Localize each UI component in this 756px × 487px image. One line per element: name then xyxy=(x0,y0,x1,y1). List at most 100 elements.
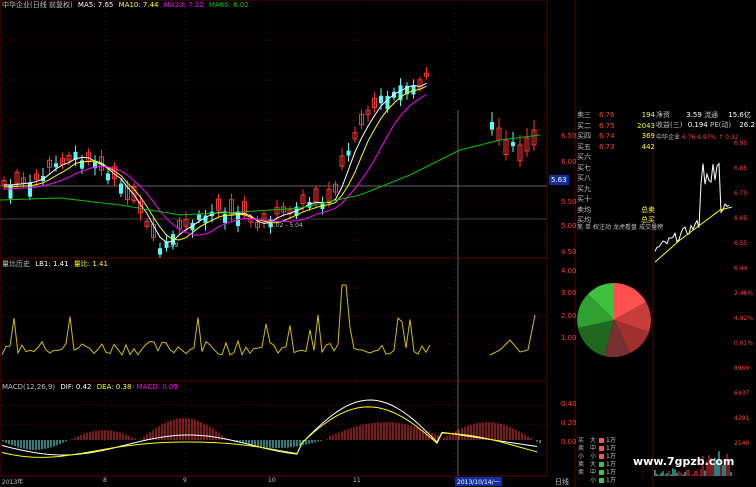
vol-title: 量比历史 xyxy=(2,260,30,268)
intraday-mini-chart xyxy=(654,162,733,476)
tab-item[interactable]: 单 xyxy=(585,224,591,231)
current-price-tag: 5.63 xyxy=(549,175,569,185)
mini-change-pct: 4.97% xyxy=(697,134,717,141)
money-flow-row: 买大 1万 xyxy=(578,437,654,445)
mini-axis-label: 2.46% xyxy=(734,290,754,297)
kline-chart[interactable] xyxy=(0,0,756,487)
mf-value: 1万 xyxy=(606,461,616,468)
mf-side: 卖 xyxy=(578,461,585,468)
eps-label: 收益(三) xyxy=(656,121,683,129)
dif-value: DIF: 0.42 xyxy=(60,383,92,391)
lb1-value: LB1: 1.41 xyxy=(35,260,69,268)
mf-size: 中 xyxy=(590,445,597,452)
candle-body xyxy=(379,95,383,104)
mf-swatch xyxy=(599,438,604,443)
order-label: 买十 xyxy=(577,195,591,203)
order-label: 买八 xyxy=(577,174,591,182)
mf-side: 买 xyxy=(578,437,585,444)
order-label: 买六 xyxy=(577,153,591,161)
order-label: 卖均 xyxy=(577,205,591,214)
order-label: 卖三 xyxy=(577,111,591,119)
order-row[interactable]: 买七 xyxy=(577,163,655,173)
vol-axis-label: 1.00 xyxy=(561,334,577,342)
mini-axis-label: 0.61% xyxy=(734,340,754,347)
vol-axis-label: 3.00 xyxy=(561,289,577,297)
order-row[interactable]: 买二 6.75 2043 xyxy=(577,121,655,131)
mini-axis-label: 6437 xyxy=(734,390,750,397)
candle-body xyxy=(197,214,201,220)
mini-price-line xyxy=(654,162,730,252)
mini-axis-label: 6.95 xyxy=(734,140,748,147)
date-label: 9 xyxy=(183,477,187,484)
money-flow-row: 小 1万 xyxy=(590,477,654,485)
mf-size: 大 xyxy=(590,461,597,468)
order-volume: 总卖 xyxy=(641,205,655,214)
tab-item[interactable]: 成交量榜 xyxy=(639,224,663,231)
mf-side: 卖 xyxy=(578,445,585,452)
order-row[interactable]: 买四 6.74 369 xyxy=(577,131,655,141)
pe-value: 26.2 xyxy=(739,121,755,129)
period-tab[interactable]: 日线 xyxy=(555,477,569,487)
date-label: 11 xyxy=(353,477,361,484)
order-row[interactable]: 卖三 6.76 194 xyxy=(577,110,655,120)
money-flow-row: 卖中 1万 xyxy=(578,469,654,477)
vol-ratio-line xyxy=(489,314,536,356)
ma60-line xyxy=(0,134,541,216)
mini-price: 6.76 xyxy=(681,134,696,141)
mf-swatch xyxy=(599,478,604,483)
axis-label: 5.50 xyxy=(561,198,577,206)
mini-axis-label: 6.75 xyxy=(734,190,748,197)
float-label: 流通 xyxy=(704,111,719,119)
order-price: 6.76 xyxy=(599,111,615,119)
mf-side: 小 xyxy=(578,453,585,460)
mini-title: 中华企业 xyxy=(656,134,681,141)
order-label: 买九 xyxy=(577,184,591,193)
mini-axis-label: 6.44 xyxy=(734,265,748,272)
candle-body xyxy=(346,150,351,156)
date-axis: 2013年 8 9 10 11 2013/10/14/一 xyxy=(0,477,547,487)
date-label: 10 xyxy=(268,477,276,484)
mini-axis-label: 8969 xyxy=(734,365,750,372)
axis-label: 6.50 xyxy=(561,132,577,140)
mf-value: 1万 xyxy=(606,445,616,452)
order-volume: 2043 xyxy=(637,121,655,130)
order-price: 6.75 xyxy=(599,121,615,130)
pe-label: PE(动) xyxy=(709,121,732,129)
mini-axis-label: 2146 xyxy=(734,440,750,447)
order-label: 买五 xyxy=(577,142,591,151)
net-assets-value: 3.59 xyxy=(686,111,702,119)
order-label: 买七 xyxy=(577,163,591,172)
range-annotation: 5.02 - 5.04 xyxy=(270,222,303,229)
mf-swatch xyxy=(599,454,604,459)
mf-value: 1万 xyxy=(606,437,616,444)
order-row[interactable]: 买五 6.73 442 xyxy=(577,142,655,152)
tab-item[interactable]: 龙虎看盘 xyxy=(613,224,637,231)
mf-value: 1万 xyxy=(606,469,616,476)
order-row[interactable]: 买十 xyxy=(577,194,655,204)
tab-item[interactable]: 权注动 xyxy=(593,224,611,231)
macd-value: MACD: 0.09 xyxy=(136,383,178,391)
money-flow-pie xyxy=(577,283,651,358)
candle-body xyxy=(54,163,58,168)
mini-axis-label: 6.65 xyxy=(734,215,748,222)
watermark: www.7gpzb.com xyxy=(633,455,735,468)
candle-body xyxy=(28,182,32,197)
mf-swatch xyxy=(599,446,604,451)
mf-size: 中 xyxy=(590,469,597,476)
float-value: 15.6亿 xyxy=(728,111,751,119)
order-row[interactable]: 买八 xyxy=(577,173,655,183)
tab-bar: 笔单权注动 龙虎看盘 成交量榜 xyxy=(577,222,663,232)
candle-body xyxy=(511,142,515,147)
mini-avg-line xyxy=(654,206,733,263)
candle-body xyxy=(119,183,123,194)
low-price-annotation: 4.09 xyxy=(165,242,179,249)
order-row[interactable]: 卖均 总卖 xyxy=(577,205,655,215)
date-label: 8 xyxy=(103,477,107,484)
order-row[interactable]: 买六 xyxy=(577,152,655,162)
order-price: 6.73 xyxy=(599,142,615,151)
mf-size: 小 xyxy=(590,453,597,460)
order-row[interactable]: 买九 xyxy=(577,184,655,194)
order-price: 6.74 xyxy=(599,132,615,140)
stock-info: 净资 3.59 流通 15.6亿 收益(三) 0.194 PE(动) 26.2 xyxy=(656,110,756,130)
tab-item[interactable]: 笔 xyxy=(577,224,583,231)
